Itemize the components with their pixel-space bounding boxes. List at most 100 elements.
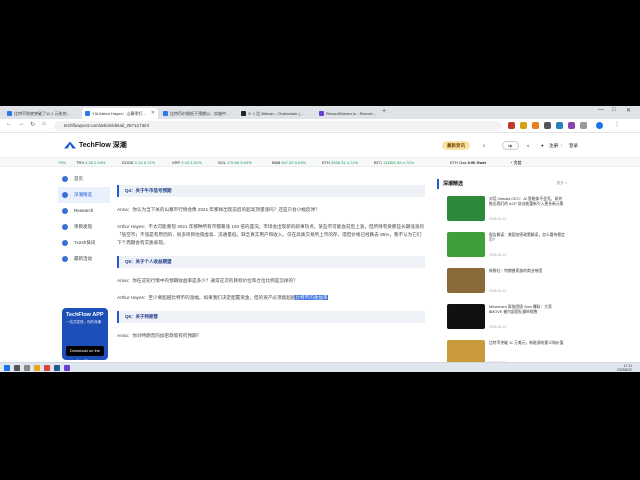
- profile-avatar[interactable]: [596, 122, 603, 129]
- browser-tab-active[interactable]: YIA Arthur Hayes：山寨季钉… ✕: [82, 108, 158, 119]
- paragraph: Anna：你对特朗普的加密政策有何预期？: [117, 333, 202, 338]
- reload-icon[interactable]: ↻: [30, 121, 35, 128]
- rail-article[interactable]: 报告解读：美国加密政策解读，怎么看待稳定币？ 2025.05.22: [437, 232, 567, 265]
- app-icon[interactable]: [64, 365, 70, 371]
- nav-item-home[interactable]: 首页: [58, 171, 110, 187]
- ticker-item[interactable]: XRP 2.43 3.31%: [172, 158, 202, 166]
- ticker-item[interactable]: BTC 111551.59 4.72%: [374, 158, 414, 166]
- site-logo[interactable]: TechFlow 深潮: [64, 140, 127, 150]
- home-icon: [62, 176, 68, 182]
- site-header: TechFlow 深潮 最新资讯 ⌕ 中 ◐ ● 注册 / 登录: [0, 133, 640, 157]
- extension-icon[interactable]: [580, 122, 587, 129]
- ticker-item[interactable]: ETH 2658.31 4.71%: [322, 158, 358, 166]
- home-icon[interactable]: ⌂: [42, 121, 46, 127]
- article-thumbnail: [447, 232, 485, 257]
- tab-favicon-icon: [163, 111, 168, 116]
- rail-article[interactable]: 对话 Virtuals CEO：AI 智能体不会死，如何推出我们的 ACP 协议…: [437, 196, 567, 229]
- rail-article[interactable]: 新鲜社：特朗普家族的商业帝国 2025.05.22: [437, 268, 567, 301]
- tab-favicon-icon: [319, 111, 324, 116]
- rail-more-link[interactable]: 更多 >: [557, 181, 567, 186]
- ticker-item[interactable]: BNB 607.20 5.03%: [272, 158, 306, 166]
- research-icon: [62, 208, 68, 214]
- tab-title: YIA Arthur Hayes：山寨季钉…: [92, 111, 147, 116]
- nav-item-projects[interactable]: 项目发现: [58, 219, 110, 235]
- extension-icon[interactable]: [556, 122, 563, 129]
- logo-mark-icon: [64, 141, 76, 149]
- ticker-item[interactable]: TRX 0.28 2.53%: [76, 158, 105, 166]
- minimize-icon[interactable]: —: [598, 107, 604, 113]
- search-icon[interactable]: ⌕: [478, 141, 491, 150]
- tab-title: 比特币价格低于预期以…实施中…: [170, 111, 230, 116]
- paragraph: Anna：你认为当下关的山寨币行情会像 2021 年那样出现前后的超高顶量涨吗？…: [117, 207, 320, 212]
- ticker-item[interactable]: SOL 179.66 5.54%: [218, 158, 252, 166]
- nav-item-flash[interactable]: 7x24h快讯: [58, 235, 110, 251]
- app-icon[interactable]: [54, 365, 60, 371]
- extension-icon[interactable]: [532, 122, 539, 129]
- tab-strip: 比特币到底突破了11.1 元失的… YIA Arthur Hayes：山寨季钉……: [0, 106, 640, 119]
- language-toggle[interactable]: 中: [502, 141, 519, 150]
- extension-icon[interactable]: [544, 122, 551, 129]
- side-navigation: 首页 深潮精选 Research 项目发现 7x24h快讯 最新活动: [58, 171, 110, 267]
- article-title: 新鲜社：特朗普家族的商业帝国: [489, 269, 543, 273]
- more-menu-icon[interactable]: ⋮: [614, 121, 620, 128]
- event-icon: [62, 256, 68, 262]
- browser-tab[interactable]: 比特币到底突破了11.1 元失的…: [4, 108, 80, 119]
- system-clock[interactable]: 17:11 2025/5/22: [617, 364, 632, 372]
- nav-item-research[interactable]: Research: [58, 203, 110, 219]
- forward-icon[interactable]: →: [18, 121, 24, 127]
- article-title: 对话 Virtuals CEO：AI 智能体不会死，如何推出我们的 ACP 协议…: [489, 197, 564, 206]
- logo-text: TechFlow 深潮: [79, 142, 127, 149]
- start-icon[interactable]: [4, 365, 10, 371]
- tab-title: X: 1 比 Bitman - Chainchain (…: [248, 111, 304, 116]
- rail-title: 深潮精选: [437, 179, 567, 189]
- task-view-icon[interactable]: [24, 365, 30, 371]
- tab-favicon-icon: [241, 111, 246, 116]
- eth-gas: ETH Gas 0.90 Gwei: [450, 160, 487, 165]
- extension-icon[interactable]: [508, 122, 515, 129]
- paragraph: Anna：你在这轮行情中的预期收益率是多少？通常这次的目标价位和仓位比例是怎样的…: [117, 278, 298, 283]
- tab-title: RecordStream.io - Record…: [326, 111, 377, 116]
- tab-favicon-icon: [85, 111, 90, 116]
- app-store-badge[interactable]: Download on the App Store: [66, 346, 104, 363]
- new-tab-icon[interactable]: +: [382, 108, 386, 115]
- price-ticker: 79% TRX 0.28 2.53% DOGE 0.24 6.71% XRP 2…: [0, 157, 640, 167]
- nav-item-events[interactable]: 最新活动: [58, 251, 110, 267]
- section-heading: Q4：关于牛市信号预期: [117, 185, 425, 197]
- article-date: 2025.05.22: [489, 253, 506, 257]
- paragraph: Arthur Hayes：至少要超越比特币的涨幅。如果我们决定配置资金，但的资产…: [117, 295, 328, 300]
- paragraph: Arthur Hayes：不太可能重现 2021 年那种所有币都暴涨 100 倍…: [117, 224, 425, 245]
- nav-item-featured[interactable]: 深潮精选: [58, 187, 110, 203]
- article-title: Movement 再陷困境 Sam 爆料：大家 $MOVE 被内部团队操纵抛售: [489, 305, 552, 314]
- article-thumbnail: [447, 304, 485, 329]
- back-icon[interactable]: ←: [6, 121, 12, 127]
- url-text: techflowpost.com/article/detail_25712.ht…: [64, 123, 149, 128]
- ticker-item[interactable]: DOGE 0.24 6.71%: [122, 158, 155, 166]
- featured-rail: 深潮精选 更多 > 对话 Virtuals CEO：AI 智能体不会死，如何推出…: [437, 171, 567, 372]
- close-window-icon[interactable]: ✕: [626, 107, 631, 114]
- theme-toggle-icon[interactable]: ◐: [522, 141, 535, 150]
- address-bar[interactable]: techflowpost.com/article/detail_25712.ht…: [54, 121, 502, 131]
- extension-icon[interactable]: [568, 122, 575, 129]
- app-download-card[interactable]: TechFlow APP 一站式发现，你的深潮 Download on the …: [62, 308, 108, 363]
- news-button[interactable]: 最新资讯: [442, 141, 470, 150]
- search-icon[interactable]: [14, 365, 20, 371]
- ticker-item: 79%: [58, 160, 67, 165]
- article-date: 2025.05.22: [489, 289, 506, 293]
- file-explorer-icon[interactable]: [34, 365, 40, 371]
- article-date: 2025.05.22: [489, 217, 506, 221]
- article-body: Q4：关于牛市信号预期 Anna：你认为当下关的山寨币行情会像 2021 年那样…: [117, 171, 425, 372]
- browser-tab[interactable]: 比特币价格低于预期以…实施中…: [160, 108, 236, 119]
- browser-tab[interactable]: X: 1 比 Bitman - Chainchain (…: [238, 108, 314, 119]
- rail-article[interactable]: Movement 再陷困境 Sam 爆料：大家 $MOVE 被内部团队操纵抛售 …: [437, 304, 567, 337]
- project-icon: [62, 224, 68, 230]
- app-card-title: TechFlow APP: [66, 312, 104, 318]
- maximize-icon[interactable]: □: [612, 107, 616, 113]
- tab-favicon-icon: [7, 111, 12, 116]
- chrome-icon[interactable]: [44, 365, 50, 371]
- star-icon: [62, 192, 68, 198]
- extension-icon[interactable]: [520, 122, 527, 129]
- browser-tab[interactable]: RecordStream.io - Record…: [316, 108, 378, 119]
- close-tab-icon[interactable]: ✕: [151, 108, 155, 119]
- login-link[interactable]: 登录: [564, 141, 583, 150]
- section-heading: Q6：关于特朗普: [117, 311, 425, 323]
